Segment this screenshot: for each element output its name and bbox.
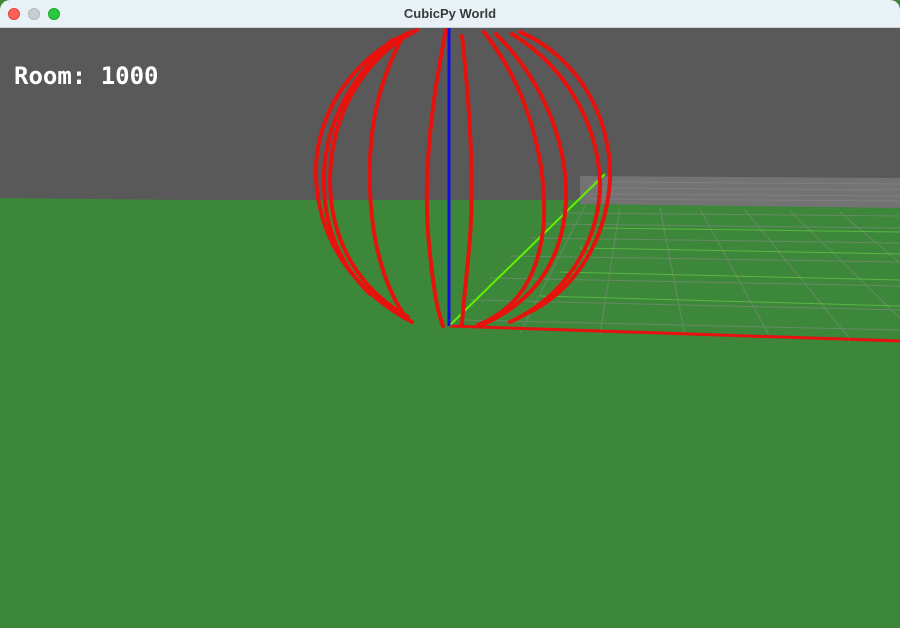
horizon-block (580, 176, 900, 208)
scene-canvas (0, 28, 900, 628)
room-label: Room: 1000 (14, 62, 159, 90)
app-window: CubicPy World Room: 1000 (0, 0, 900, 628)
title-bar[interactable]: CubicPy World (0, 0, 900, 28)
window-title: CubicPy World (403, 6, 497, 21)
3d-viewport[interactable]: Room: 1000 (0, 28, 900, 628)
